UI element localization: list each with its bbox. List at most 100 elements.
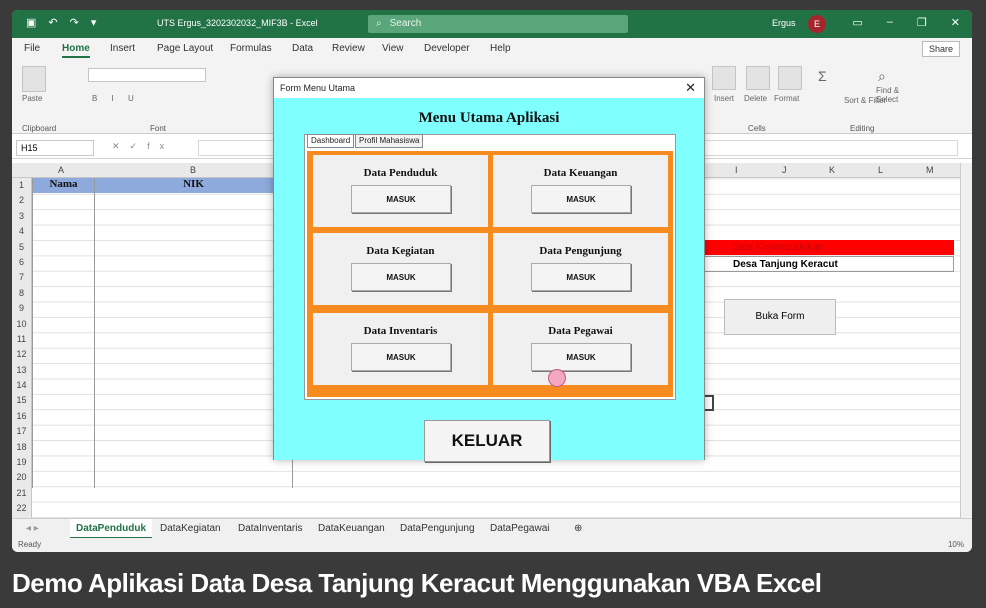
save-icon[interactable]: ▣ [26, 16, 36, 29]
masuk-button-kegiatan[interactable]: MASUK [351, 263, 451, 291]
tab-review[interactable]: Review [332, 43, 365, 54]
row-header[interactable]: 10 [12, 317, 31, 332]
row-header[interactable]: 15 [12, 393, 31, 408]
masuk-button-pegawai[interactable]: MASUK [531, 343, 631, 371]
tab-scroll-icons[interactable]: ◂ ▸ [26, 523, 39, 534]
video-caption: Demo Aplikasi Data Desa Tanjung Keracut … [12, 568, 822, 598]
undo-icon[interactable]: ↶ [48, 16, 57, 29]
card-data-inventaris: Data Inventaris MASUK [313, 313, 488, 385]
tab-help[interactable]: Help [490, 43, 511, 54]
cursor-icon [548, 369, 566, 387]
masuk-button-inventaris[interactable]: MASUK [351, 343, 451, 371]
row-header[interactable]: 20 [12, 470, 31, 485]
paste-icon[interactable] [22, 66, 46, 92]
font-name-select[interactable] [88, 68, 206, 82]
row-headers: 1 2 3 4 5 6 7 8 9 10 11 12 13 14 15 16 1… [12, 178, 32, 518]
masuk-button-penduduk[interactable]: MASUK [351, 185, 451, 213]
row-header[interactable]: 22 [12, 501, 31, 516]
tab-data[interactable]: Data [292, 43, 313, 54]
sheet-tab-datainventaris[interactable]: DataInventaris [238, 523, 302, 534]
column-m[interactable]: M [926, 165, 934, 175]
dialog-close-icon[interactable]: ✕ [685, 80, 696, 96]
sheet-tab-datapenduduk[interactable]: DataPenduduk [70, 519, 153, 539]
column-k[interactable]: K [829, 165, 835, 175]
tab-view[interactable]: View [382, 43, 404, 54]
card-title: Data Pegawai [548, 325, 613, 337]
customize-icon[interactable]: ▾ [91, 16, 97, 29]
row-header[interactable]: 18 [12, 440, 31, 455]
row-header[interactable]: 2 [12, 193, 31, 208]
sheet-tab-datapegawai[interactable]: DataPegawai [490, 523, 549, 534]
format-cells-icon[interactable] [778, 66, 802, 90]
user-name[interactable]: Ergus [772, 18, 796, 28]
vertical-scrollbar[interactable] [960, 163, 972, 518]
row-header[interactable]: 17 [12, 424, 31, 439]
column-a[interactable]: A [58, 165, 64, 175]
sheet-tab-datakeuangan[interactable]: DataKeuangan [318, 523, 385, 534]
tab-file[interactable]: File [24, 43, 40, 54]
row-header[interactable]: 16 [12, 409, 31, 424]
search-box[interactable]: ⌕ Search [368, 15, 628, 33]
group-font: Font [150, 124, 167, 133]
close-icon[interactable]: ✕ [951, 16, 960, 29]
zoom-level[interactable]: 10% [948, 540, 964, 549]
insert-cells-icon[interactable] [712, 66, 736, 90]
column-l[interactable]: L [878, 165, 883, 175]
row-header[interactable]: 13 [12, 363, 31, 378]
row-header[interactable]: 11 [12, 332, 31, 347]
tab-formulas[interactable]: Formulas [230, 43, 272, 54]
find-icon[interactable]: ⌕ [878, 68, 886, 85]
row-header[interactable]: 14 [12, 378, 31, 393]
row-header[interactable]: 4 [12, 224, 31, 239]
tab-profil-mahasiswa[interactable]: Profil Mahasiswa [355, 134, 424, 148]
column-j[interactable]: J [782, 165, 787, 175]
redo-icon[interactable]: ↷ [70, 16, 79, 29]
row-header[interactable]: 8 [12, 286, 31, 301]
status-ready: Ready [18, 540, 42, 549]
minimize-icon[interactable]: – [887, 16, 893, 29]
row-header[interactable]: 6 [12, 255, 31, 270]
card-data-pegawai: Data Pegawai MASUK [493, 313, 668, 385]
window-controls: ▭ – ❐ ✕ [852, 16, 960, 29]
data-kependudukan-cell[interactable]: Data Kependudukan [704, 240, 954, 255]
tab-dashboard[interactable]: Dashboard [307, 134, 355, 148]
row-header[interactable]: 21 [12, 486, 31, 501]
document-title: UTS Ergus_3202302032_MIF3B - Excel [157, 18, 318, 28]
sheet-tab-datakegiatan[interactable]: DataKegiatan [160, 523, 221, 534]
column-i[interactable]: I [735, 165, 738, 175]
ribbon-display-icon[interactable]: ▭ [852, 16, 862, 29]
tab-page-layout[interactable]: Page Layout [157, 43, 213, 54]
row-header[interactable]: 5 [12, 240, 31, 255]
group-clipboard: Clipboard [22, 124, 57, 133]
row-header[interactable]: 3 [12, 209, 31, 224]
row-header[interactable]: 7 [12, 270, 31, 285]
header-nama[interactable]: Nama [33, 178, 94, 193]
restore-icon[interactable]: ❐ [917, 16, 927, 29]
column-b[interactable]: B [190, 165, 196, 175]
buka-form-button[interactable]: Buka Form [724, 299, 836, 335]
avatar[interactable]: E [808, 15, 826, 33]
masuk-button-keuangan[interactable]: MASUK [531, 185, 631, 213]
autosum-icon[interactable]: Σ [818, 68, 827, 84]
keluar-button[interactable]: KELUAR [424, 420, 550, 462]
card-data-penduduk: Data Penduduk MASUK [313, 155, 488, 227]
add-sheet-icon[interactable]: ⊕ [574, 523, 582, 534]
row-header[interactable]: 9 [12, 301, 31, 316]
row-header[interactable]: 19 [12, 455, 31, 470]
tab-developer[interactable]: Developer [424, 43, 470, 54]
header-nik[interactable]: NIK [95, 178, 292, 193]
sheet-tab-datapengunjung[interactable]: DataPengunjung [400, 523, 475, 534]
name-box[interactable]: H15 [16, 140, 94, 156]
format-buttons[interactable]: B I U [92, 94, 140, 103]
format-label: Format [774, 94, 800, 103]
row-header[interactable]: 1 [12, 178, 31, 193]
tab-home[interactable]: Home [62, 43, 90, 58]
find-select-label[interactable]: Find & Select [876, 86, 916, 104]
card-data-keuangan: Data Keuangan MASUK [493, 155, 668, 227]
row-header[interactable]: 12 [12, 347, 31, 362]
tab-insert[interactable]: Insert [110, 43, 135, 54]
share-button[interactable]: Share [921, 41, 960, 57]
masuk-button-pengunjung[interactable]: MASUK [531, 263, 631, 291]
desa-cell[interactable]: Desa Tanjung Keracut [704, 256, 954, 272]
delete-cells-icon[interactable] [746, 66, 770, 90]
